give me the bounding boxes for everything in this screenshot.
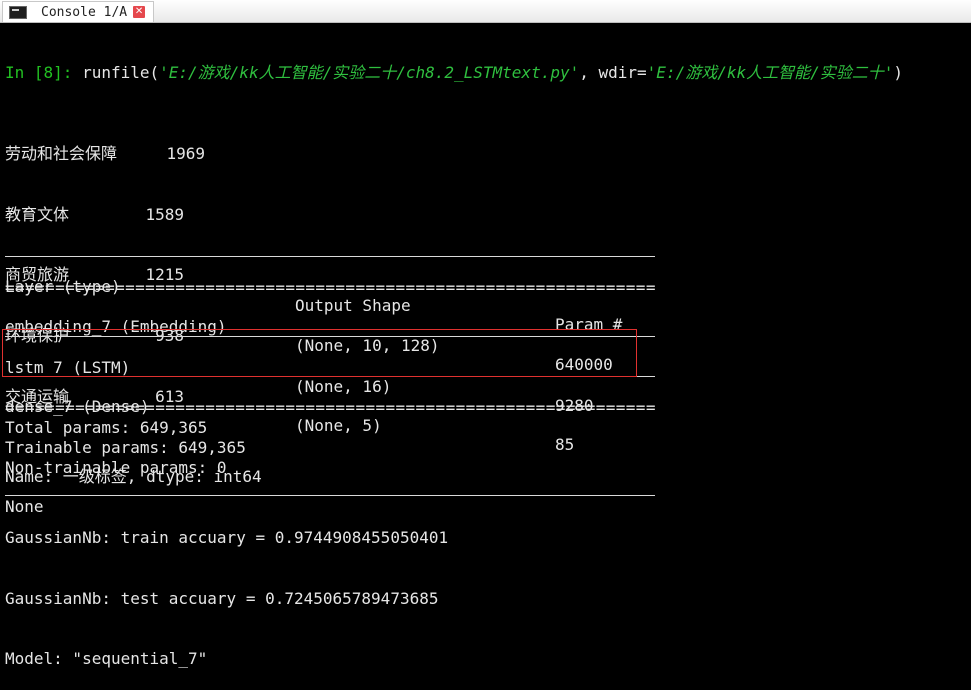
count-row: 劳动和社会保障 1969 (5, 144, 971, 164)
summary-rule (5, 256, 655, 257)
count-value: 1969 (166, 144, 205, 164)
summary-rule-equals: ========================================… (5, 278, 656, 297)
count-row: 教育文体 1589 (5, 205, 971, 225)
command-path: 'E:/游戏/kk人工智能/实验二十/ch8.2_LSTMtext.py' (159, 63, 580, 83)
command-wdir: 'E:/游戏/kk人工智能/实验二十' (646, 63, 894, 83)
count-label: 劳动和社会保障 (5, 144, 118, 164)
input-prompt: In [8]: (5, 63, 73, 83)
row-shape: (None, 16) (295, 377, 392, 396)
train-accuracy-line: GaussianNb: train accuary = 0.9744908455… (5, 527, 449, 547)
none-output: None (5, 497, 44, 516)
runfile-command: In [8]: runfile('E:/游戏/kk人工智能/实验二十/ch8.2… (5, 63, 971, 83)
trainable-params: Trainable params: 649,365 (5, 438, 246, 457)
header-shape: Output Shape (295, 296, 411, 315)
summary-end-rule (5, 495, 655, 496)
row-params: 85 (555, 435, 575, 454)
row-shape: (None, 5) (295, 416, 382, 435)
model-name-line: Model: "sequential_7" (5, 649, 208, 669)
summary-rule-equals: ========================================… (5, 398, 656, 417)
count-value: 1589 (145, 204, 184, 224)
command-sep: , wdir= (579, 63, 647, 83)
tab-label: Console 1/A (41, 4, 128, 20)
console-icon (9, 5, 27, 19)
lstm-highlight-box (2, 329, 637, 377)
test-accuracy-line: GaussianNb: test accuary = 0.72450657894… (5, 588, 439, 608)
command-fn: runfile( (82, 63, 160, 83)
close-icon[interactable]: ✕ (133, 6, 146, 18)
total-params: Total params: 649,365 (5, 418, 208, 437)
non-trainable-params: Non-trainable params: 0 (5, 458, 227, 477)
tab-console-1a[interactable]: Console 1/A ✕ (2, 1, 154, 22)
count-label: 教育文体 (5, 204, 70, 224)
command-close: ) (893, 63, 904, 83)
console-tab-bar: Console 1/A ✕ (0, 0, 971, 23)
